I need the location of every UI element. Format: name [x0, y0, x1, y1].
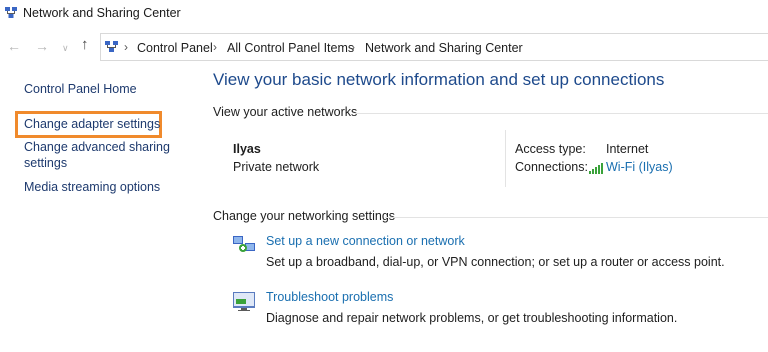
access-type-value: Internet: [606, 142, 649, 156]
sidebar-item-control-panel-home[interactable]: Control Panel Home: [24, 81, 137, 98]
wifi-signal-icon: [589, 163, 603, 174]
back-arrow-icon[interactable]: ←: [7, 38, 21, 54]
setup-connection-link[interactable]: Set up a new connection or network: [266, 234, 465, 248]
network-setup-icon[interactable]: [232, 233, 256, 255]
address-bar[interactable]: › Control Panel › All Control Panel Item…: [100, 33, 768, 61]
sidebar-item-change-adapter-settings[interactable]: Change adapter settings: [24, 116, 160, 133]
breadcrumb-control-panel[interactable]: Control Panel: [137, 41, 213, 55]
connections-label: Connections:: [515, 160, 588, 174]
sidebar-item-label[interactable]: settings: [24, 155, 67, 172]
access-type-label: Access type:: [515, 142, 586, 156]
active-networks-label: View your active networks: [213, 105, 358, 119]
forward-arrow-icon[interactable]: →: [35, 38, 49, 54]
section-divider: [385, 217, 768, 218]
setup-connection-description: Set up a broadband, dial-up, or VPN conn…: [266, 255, 725, 269]
page-title: View your basic network information and …: [213, 70, 665, 89]
sidebar-item-media-streaming-options[interactable]: Media streaming options: [24, 179, 160, 196]
control-panel-icon: [105, 41, 118, 52]
network-type: Private network: [233, 160, 320, 174]
up-arrow-icon[interactable]: ↑: [81, 37, 89, 53]
network-name: Ilyas: [233, 142, 261, 156]
breadcrumb-separator: ›: [124, 40, 128, 54]
wifi-connection-link[interactable]: Wi-Fi (Ilyas): [606, 160, 673, 174]
address-row: ← → ∨ ↑ › Control Panel › All Control Pa…: [0, 32, 768, 62]
breadcrumb-separator[interactable]: ›: [351, 40, 355, 54]
breadcrumb-separator[interactable]: ›: [213, 40, 217, 54]
sidebar-item-label[interactable]: Change advanced sharing: [24, 139, 170, 156]
section-divider: [355, 113, 768, 114]
breadcrumb-all-control-panel-items[interactable]: All Control Panel Items: [227, 41, 354, 55]
title-bar: Network and Sharing Center: [0, 0, 768, 28]
vertical-divider: [505, 130, 506, 187]
troubleshoot-icon[interactable]: [232, 290, 256, 312]
window-title: Network and Sharing Center: [23, 6, 181, 20]
troubleshoot-problems-link[interactable]: Troubleshoot problems: [266, 290, 393, 304]
troubleshoot-description: Diagnose and repair network problems, or…: [266, 311, 678, 325]
breadcrumb-network-and-sharing-center[interactable]: Network and Sharing Center: [365, 41, 523, 55]
recent-locations-dropdown-icon[interactable]: ∨: [62, 40, 69, 56]
network-center-icon: [5, 7, 17, 18]
networking-settings-label: Change your networking settings: [213, 209, 396, 223]
